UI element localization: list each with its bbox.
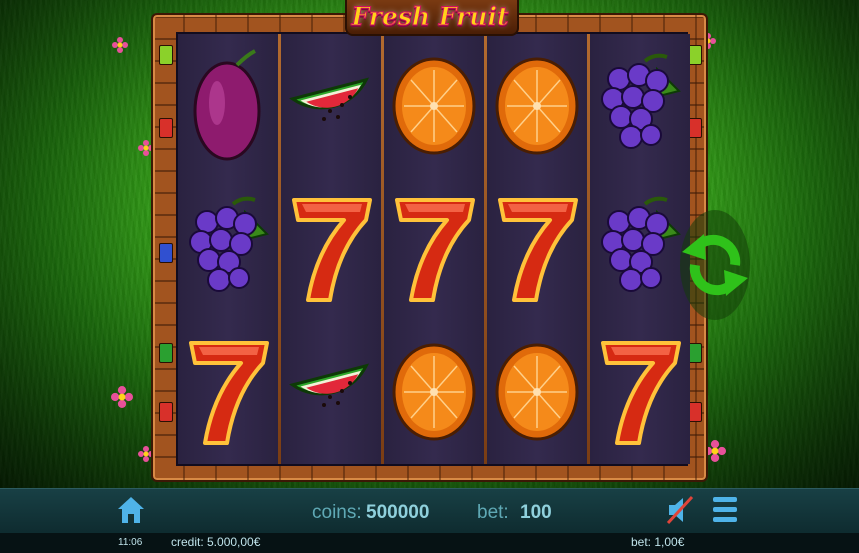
bet-label: bet: [477,502,509,523]
orange-symbol [487,320,587,463]
seven-symbol [487,177,587,320]
coins-value: 500000 [366,502,430,523]
plum-symbol [178,34,278,177]
payline-gem [688,343,702,363]
payline-gem [688,402,702,422]
payline-gem [159,343,173,363]
flower-icon [138,446,154,462]
game-stage: Fresh Fruit [0,0,859,488]
payline-gem [159,243,173,263]
reels-area [176,32,690,466]
bet-value[interactable]: 100 [520,502,552,524]
grapes-symbol [178,177,278,320]
spin-button[interactable] [680,210,750,320]
payline-gem [159,118,173,138]
bet-text: bet: 1,00€ [631,535,685,549]
menu-icon[interactable] [713,495,737,530]
refresh-icon [682,234,748,296]
home-icon[interactable] [116,495,146,530]
flower-icon [111,386,133,408]
orange-symbol [384,34,484,177]
orange-symbol [487,34,587,177]
sound-muted-icon[interactable] [666,495,694,530]
flower-icon [112,37,128,53]
grapes-symbol [590,34,690,177]
flower-icon [704,440,726,462]
game-logo: Fresh Fruit [351,2,509,32]
watermelon-symbol [281,320,381,463]
watermelon-symbol [281,34,381,177]
credit-text: credit: 5.000,00€ [171,535,261,549]
payline-gem [159,45,173,65]
seven-symbol [178,320,278,463]
orange-symbol [384,320,484,463]
payline-gem [688,118,702,138]
payline-gem [159,402,173,422]
payline-gem [688,45,702,65]
status-bar: 11:06 credit: 5.000,00€ bet: 1,00€ [0,533,859,553]
grapes-symbol [590,177,690,320]
seven-symbol [384,177,484,320]
clock: 11:06 [118,537,143,548]
seven-symbol [590,320,690,463]
bottom-bar: coins: 500000 bet: 100 [0,488,859,534]
coins-label: coins: [312,502,362,523]
flower-icon [138,140,154,156]
seven-symbol [281,177,381,320]
